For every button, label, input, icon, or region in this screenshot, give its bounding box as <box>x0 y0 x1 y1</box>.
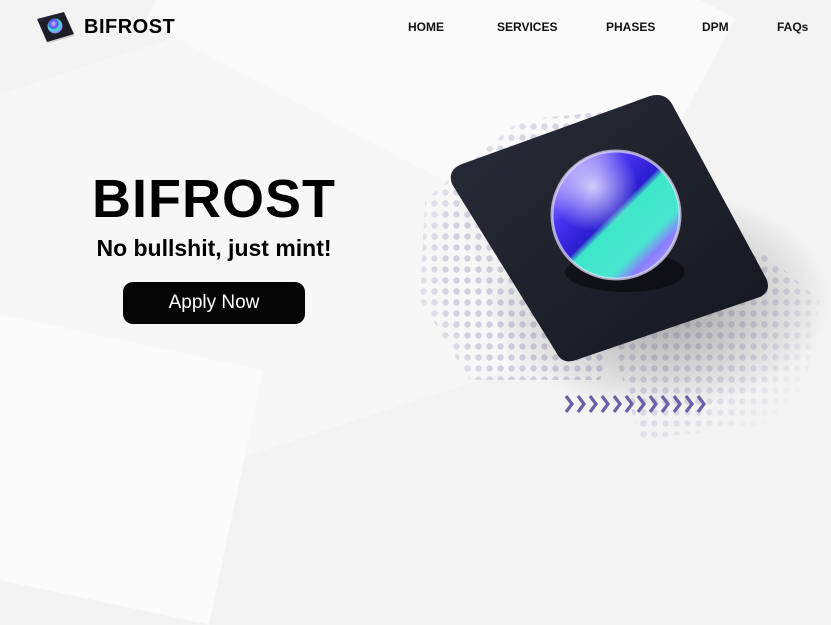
hero-illustration <box>420 95 830 440</box>
background-shape <box>0 295 264 625</box>
nav-faqs[interactable]: FAQs <box>777 20 808 34</box>
main-nav: HOME SERVICES PHASES DPM FAQs <box>0 20 831 36</box>
hero-subtitle: No bullshit, just mint! <box>96 235 332 261</box>
nav-dpm[interactable]: DPM <box>702 20 729 34</box>
nav-home[interactable]: HOME <box>408 20 444 34</box>
apply-now-button[interactable]: Apply Now <box>123 282 305 324</box>
nav-services[interactable]: SERVICES <box>497 20 557 34</box>
nav-phases[interactable]: PHASES <box>606 20 655 34</box>
hero-title: BIFROST <box>92 169 336 229</box>
